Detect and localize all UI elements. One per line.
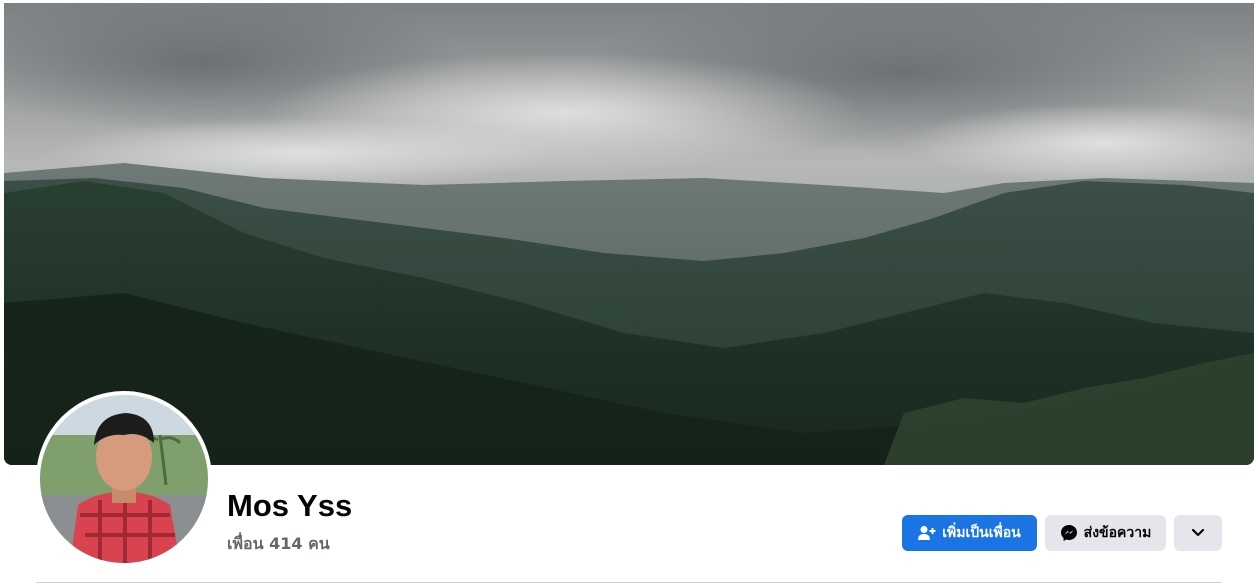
profile-name: Mos Yss xyxy=(227,488,353,523)
messenger-icon xyxy=(1060,524,1078,542)
more-options-button[interactable] xyxy=(1174,515,1222,551)
add-friend-button[interactable]: เพิ่มเป็นเพื่อน xyxy=(902,515,1037,551)
avatar-image xyxy=(40,395,208,563)
message-label: ส่งข้อความ xyxy=(1083,525,1152,541)
friends-count[interactable]: เพื่อน 414 คน xyxy=(227,532,330,557)
message-button[interactable]: ส่งข้อความ xyxy=(1045,515,1166,551)
chevron-down-icon xyxy=(1191,525,1205,541)
person-add-icon xyxy=(918,525,936,541)
add-friend-label: เพิ่มเป็นเพื่อน xyxy=(942,525,1021,541)
profile-header-divider xyxy=(36,582,1222,583)
cover-image xyxy=(4,3,1254,465)
profile-picture[interactable] xyxy=(40,395,208,563)
cover-photo[interactable] xyxy=(4,3,1254,465)
